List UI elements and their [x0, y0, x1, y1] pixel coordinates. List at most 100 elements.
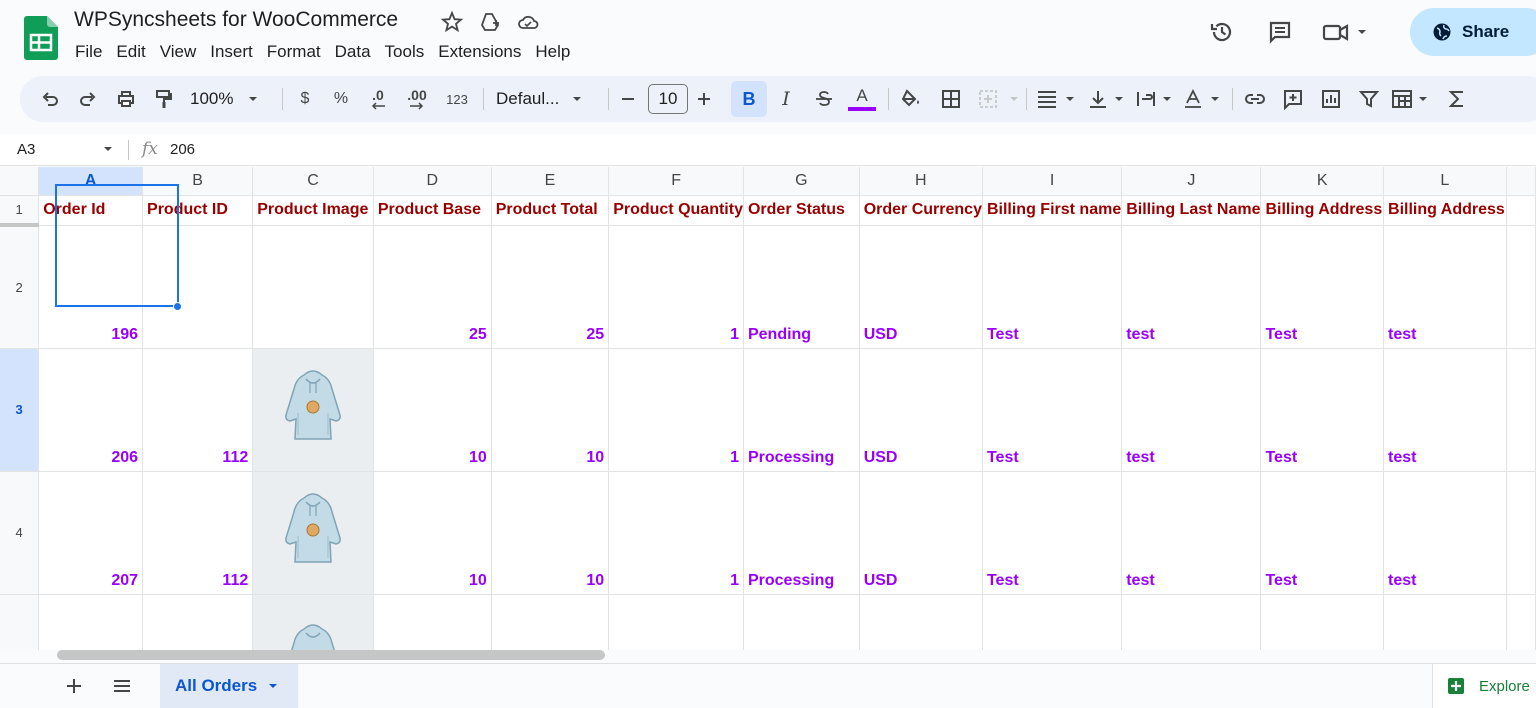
- cell-product-image[interactable]: [252, 471, 374, 595]
- row-header[interactable]: [0, 594, 40, 650]
- version-history-icon[interactable]: [1206, 16, 1238, 48]
- header-cell[interactable]: Billing Last Name: [1121, 195, 1262, 226]
- cell-product-image[interactable]: [252, 594, 374, 650]
- horizontal-scrollbar[interactable]: [57, 650, 605, 660]
- cell[interactable]: [373, 594, 492, 650]
- move-to-drive-icon[interactable]: [478, 10, 502, 34]
- print-icon[interactable]: [112, 76, 140, 122]
- header-cell[interactable]: Order Id: [38, 195, 144, 226]
- text-wrapping-icon[interactable]: [1134, 76, 1178, 122]
- chevron-down-icon[interactable]: [102, 142, 114, 156]
- column-header-g[interactable]: G: [743, 167, 860, 196]
- cell-billing-address-2[interactable]: test: [1383, 225, 1507, 349]
- cell-billing-address-2[interactable]: test: [1383, 471, 1507, 595]
- header-cell[interactable]: Order Currency: [859, 195, 983, 226]
- cell-order-status[interactable]: Pending: [743, 225, 860, 349]
- header-cell[interactable]: Product ID: [142, 195, 254, 226]
- header-cell[interactable]: Product Image: [252, 195, 374, 226]
- cloud-status-icon[interactable]: [516, 10, 540, 34]
- cell-product-quantity[interactable]: 1: [608, 348, 744, 472]
- cell[interactable]: [1121, 594, 1262, 650]
- name-box[interactable]: A3: [17, 141, 35, 158]
- cell-product-quantity[interactable]: 1: [608, 471, 744, 595]
- column-header-m[interactable]: [1506, 167, 1536, 196]
- cell-order-id[interactable]: 206: [38, 348, 144, 472]
- font-select[interactable]: Defaul...: [496, 76, 596, 122]
- cell-product-quantity[interactable]: 1: [608, 225, 744, 349]
- cell[interactable]: [859, 594, 983, 650]
- cell-order-status[interactable]: Processing: [743, 348, 860, 472]
- zoom-select[interactable]: 100%: [190, 76, 268, 122]
- header-cell[interactable]: Billing Address: [1260, 195, 1385, 226]
- cell[interactable]: [982, 594, 1123, 650]
- cell[interactable]: [1383, 594, 1507, 650]
- select-all-corner[interactable]: [0, 167, 40, 196]
- column-header-h[interactable]: H: [859, 167, 983, 196]
- menu-extensions[interactable]: Extensions: [431, 40, 528, 64]
- sheets-logo-icon[interactable]: [24, 16, 58, 60]
- insert-link-icon[interactable]: [1240, 76, 1270, 122]
- cell-billing-first-name[interactable]: Test: [982, 225, 1123, 349]
- cell[interactable]: [142, 594, 254, 650]
- column-header-d[interactable]: D: [373, 167, 492, 196]
- meet-icon[interactable]: [1322, 16, 1368, 48]
- text-rotation-icon[interactable]: [1182, 76, 1226, 122]
- decrease-decimal-button[interactable]: .0: [363, 76, 393, 122]
- decrease-font-size-icon[interactable]: [618, 76, 638, 122]
- column-header-c[interactable]: C: [252, 167, 374, 196]
- menu-format[interactable]: Format: [260, 40, 328, 64]
- cell[interactable]: [1260, 594, 1385, 650]
- add-sheet-icon[interactable]: [62, 674, 86, 703]
- menu-file[interactable]: File: [75, 40, 109, 64]
- cell-billing-address[interactable]: Test: [1260, 471, 1385, 595]
- number-format-button[interactable]: 123: [440, 76, 474, 122]
- menu-edit[interactable]: Edit: [109, 40, 152, 64]
- cell-overflow[interactable]: [1506, 348, 1536, 472]
- cell-billing-address[interactable]: Test: [1260, 348, 1385, 472]
- paint-format-icon[interactable]: [150, 76, 178, 122]
- bold-button[interactable]: B: [731, 81, 767, 117]
- cell-order-id[interactable]: 207: [38, 471, 144, 595]
- cell[interactable]: [491, 594, 610, 650]
- horizontal-align-icon[interactable]: [1034, 76, 1080, 122]
- font-size-input[interactable]: 10: [648, 84, 688, 114]
- column-header-f[interactable]: F: [608, 167, 744, 196]
- sheet-tab-all-orders[interactable]: All Orders: [160, 664, 298, 708]
- cell-product-total[interactable]: 10: [491, 471, 610, 595]
- currency-format-button[interactable]: $: [294, 76, 316, 122]
- cell[interactable]: [608, 594, 744, 650]
- column-header-k[interactable]: K: [1260, 167, 1385, 196]
- redo-icon[interactable]: [74, 76, 102, 122]
- share-button[interactable]: Share: [1410, 8, 1536, 56]
- cell-product-base[interactable]: 10: [373, 348, 492, 472]
- vertical-align-icon[interactable]: [1086, 76, 1130, 122]
- percent-format-button[interactable]: %: [330, 76, 352, 122]
- insert-chart-icon[interactable]: [1316, 76, 1346, 122]
- filter-views-icon[interactable]: [1390, 76, 1434, 122]
- header-cell[interactable]: [1506, 195, 1536, 226]
- comments-icon[interactable]: [1264, 16, 1296, 48]
- spreadsheet-grid[interactable]: A B C D E F G H I J K L 1 Order Id Produ…: [0, 167, 1536, 650]
- cell-product-total[interactable]: 25: [491, 225, 610, 349]
- increase-font-size-icon[interactable]: [694, 76, 714, 122]
- cell-product-id[interactable]: 112: [142, 471, 254, 595]
- cell-order-status[interactable]: Processing: [743, 471, 860, 595]
- explore-button[interactable]: Explore: [1432, 664, 1536, 708]
- column-header-b[interactable]: B: [142, 167, 254, 196]
- fill-color-icon[interactable]: [896, 76, 926, 122]
- cell-product-base[interactable]: 10: [373, 471, 492, 595]
- fill-handle[interactable]: [173, 302, 182, 311]
- cell[interactable]: [38, 594, 144, 650]
- row-header[interactable]: 1: [0, 195, 40, 227]
- cell[interactable]: [743, 594, 860, 650]
- cell-billing-last-name[interactable]: test: [1121, 471, 1262, 595]
- cell-product-base[interactable]: 25: [373, 225, 492, 349]
- row-header[interactable]: 3: [0, 348, 40, 472]
- increase-decimal-button[interactable]: .00: [400, 76, 434, 122]
- cell-billing-last-name[interactable]: test: [1121, 348, 1262, 472]
- cell-overflow[interactable]: [1506, 225, 1536, 349]
- column-header-i[interactable]: I: [982, 167, 1123, 196]
- all-sheets-icon[interactable]: [110, 674, 134, 703]
- undo-icon[interactable]: [36, 76, 64, 122]
- borders-icon[interactable]: [938, 76, 964, 122]
